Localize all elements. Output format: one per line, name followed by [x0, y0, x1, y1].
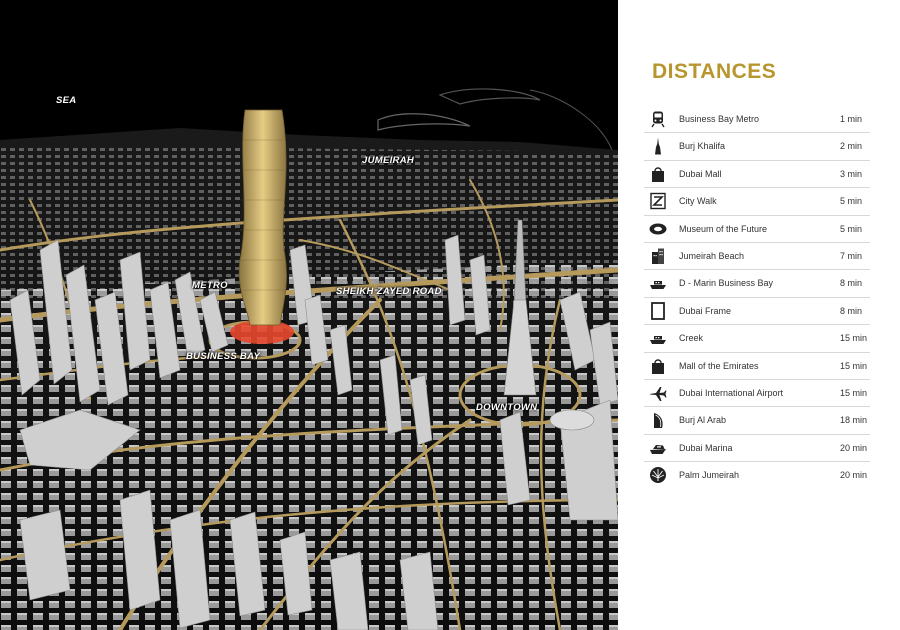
distance-item: Dubai Frame 8 min: [644, 298, 870, 326]
panel-title: DISTANCES: [652, 60, 777, 83]
airplane-icon: [649, 384, 667, 402]
shopping-bag-icon: [649, 357, 667, 375]
museum-icon: [649, 220, 667, 238]
destination-name: Burj Khalifa: [679, 141, 726, 152]
distance-item: Dubai International Airport 15 min: [644, 380, 870, 408]
distance-item: Mall of the Emirates 15 min: [644, 353, 870, 380]
map-label-sea: SEA: [56, 95, 77, 106]
distance-item: Jumeirah Beach 7 min: [644, 243, 870, 271]
distance-item: Burj Khalifa 2 min: [644, 133, 870, 161]
destination-name: Dubai Marina: [679, 442, 733, 453]
destination-name: Museum of the Future: [679, 223, 768, 234]
travel-time: 15 min: [840, 333, 868, 344]
distance-item: Museum of the Future 5 min: [644, 216, 870, 243]
travel-time: 2 min: [840, 141, 863, 152]
destination-name: City Walk: [679, 196, 717, 207]
yacht-icon: [649, 439, 667, 457]
distance-item: Palm Jumeirah 20 min: [644, 462, 870, 488]
destination-name: Dubai International Airport: [679, 387, 784, 398]
distance-item: Dubai Marina 20 min: [644, 435, 870, 463]
palm-icon: [649, 466, 667, 484]
travel-time: 15 min: [840, 360, 868, 371]
map-label-sheikh-zayed-road: SHEIKH ZAYED ROAD: [336, 286, 442, 297]
distance-list: Business Bay Metro 1 min Burj Khalifa 2 min…: [644, 106, 870, 488]
map-label-jumeirah: JUMEIRAH: [362, 155, 415, 166]
boat-icon: [649, 329, 667, 347]
travel-time: 7 min: [840, 250, 863, 261]
map-area: SEA JUMEIRAH METRO SHEIKH ZAYED ROAD BUS…: [0, 0, 618, 630]
building-icon: [649, 247, 667, 265]
travel-time: 20 min: [840, 442, 868, 453]
travel-time: 8 min: [840, 305, 863, 316]
map-label-downtown: DOWNTOWN: [476, 402, 538, 413]
destination-name: Palm Jumeirah: [679, 470, 740, 481]
travel-time: 5 min: [840, 223, 863, 234]
destination-name: Burj Al Arab: [679, 415, 727, 426]
destination-name: Business Bay Metro: [679, 114, 760, 124]
map-label-business-bay: BUSINESS BAY: [186, 351, 261, 362]
distances-panel: DISTANCES Business Bay Metro 1 min Burj Kh…: [618, 0, 900, 630]
distance-item: Business Bay Metro 1 min: [644, 106, 870, 134]
city-walk-icon: [649, 192, 667, 210]
travel-time: 1 min: [840, 114, 863, 124]
travel-time: 20 min: [840, 470, 868, 481]
distance-item: City Walk 5 min: [644, 188, 870, 216]
travel-time: 5 min: [840, 196, 863, 207]
travel-time: 3 min: [840, 168, 863, 179]
destination-name: D - Marin Business Bay: [679, 278, 774, 289]
burj-khalifa-icon: [649, 137, 667, 155]
destination-name: Dubai Frame: [679, 305, 732, 316]
travel-time: 18 min: [840, 415, 868, 426]
destination-name: Creek: [679, 333, 704, 344]
travel-time: 15 min: [840, 387, 868, 398]
city-map-illustration: [0, 0, 618, 630]
map-label-metro: METRO: [192, 280, 228, 291]
destination-name: Dubai Mall: [679, 168, 722, 179]
distance-item: Dubai Mall 3 min: [644, 161, 870, 189]
destination-name: Jumeirah Beach: [679, 250, 745, 261]
travel-time: 8 min: [840, 278, 863, 289]
shopping-bag-icon: [649, 165, 667, 183]
distance-item: Creek 15 min: [644, 325, 870, 353]
distance-item: D - Marin Business Bay 8 min: [644, 270, 870, 298]
frame-icon: [649, 301, 667, 320]
destination-name: Mall of the Emirates: [679, 360, 759, 371]
boat-icon: [649, 274, 667, 292]
burj-al-arab-icon: [649, 411, 667, 429]
train-icon: [649, 110, 667, 128]
distance-item: Burj Al Arab 18 min: [644, 407, 870, 435]
